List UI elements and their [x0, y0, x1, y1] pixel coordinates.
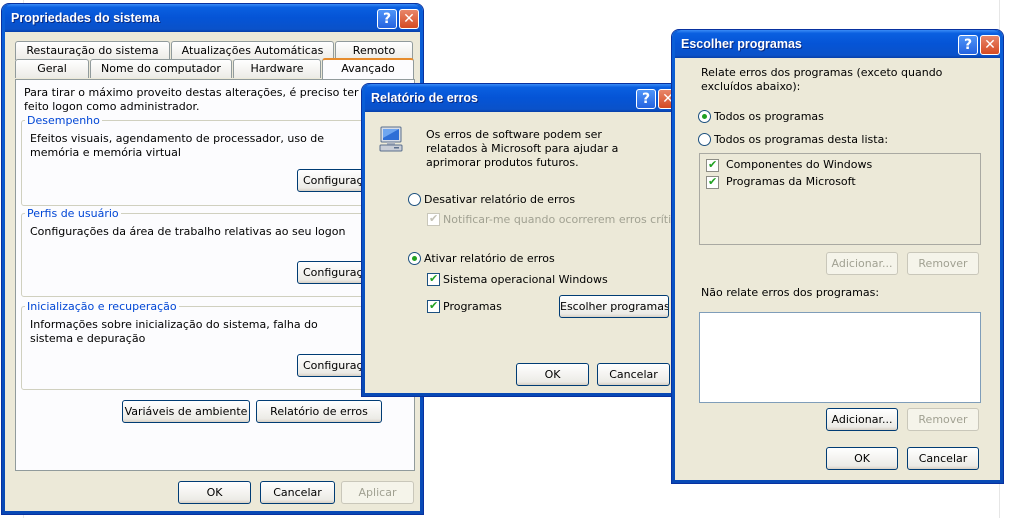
exclude-programs-label: Não relate erros dos programas: — [701, 286, 880, 299]
cancel-button[interactable]: Cancelar — [260, 481, 335, 504]
cancel-button[interactable]: Cancelar — [597, 363, 670, 386]
excluded-programs-list[interactable] — [699, 312, 981, 403]
environment-variables-button[interactable]: Variáveis de ambiente — [122, 400, 250, 423]
remove-button[interactable]: Remover — [907, 408, 979, 431]
add-button-disabled[interactable]: Adicionar... — [826, 252, 898, 275]
microsoft-programs-checkbox[interactable] — [706, 175, 719, 189]
tab-computer-name[interactable]: Nome do computador — [90, 59, 232, 78]
system-properties-body: Restauração do sistema Atualizações Auto… — [5, 32, 420, 511]
remove-button-disabled[interactable]: Remover — [907, 252, 979, 275]
list-item[interactable]: Componentes do Windows — [706, 158, 966, 174]
notify-critical-checkbox[interactable] — [427, 212, 440, 226]
startup-recovery-description: Informações sobre inicialização do siste… — [30, 318, 318, 345]
tab-hardware[interactable]: Hardware — [233, 59, 321, 78]
user-profiles-description: Configurações da área de trabalho relati… — [30, 225, 346, 238]
disable-reporting-radio[interactable] — [408, 193, 421, 206]
user-profiles-label: Perfis de usuário — [25, 207, 121, 220]
add-button[interactable]: Adicionar... — [826, 408, 898, 431]
all-programs-label: Todos os programas — [714, 110, 824, 123]
close-button[interactable]: ✕ — [399, 9, 419, 29]
tab-general[interactable]: Geral — [15, 59, 89, 78]
window-title: Relatório de erros — [371, 91, 478, 105]
programs-list[interactable]: Componentes do Windows Programas da Micr… — [699, 153, 981, 245]
close-button[interactable]: ✕ — [980, 35, 1000, 55]
cancel-button[interactable]: Cancelar — [907, 447, 979, 470]
report-programs-intro: Relate erros dos programas (exceto quand… — [701, 66, 943, 93]
admin-notice: Para tirar o máximo proveito destas alte… — [24, 86, 359, 113]
choose-programs-button[interactable]: Escolher programas... — [559, 295, 669, 318]
all-programs-radio[interactable] — [698, 110, 711, 123]
choose-programs-titlebar[interactable]: Escolher programas ? ✕ — [675, 30, 1000, 58]
apply-button[interactable]: Aplicar — [341, 481, 414, 504]
ok-button[interactable]: OK — [516, 363, 589, 386]
enable-reporting-radio[interactable] — [408, 252, 421, 265]
windows-os-checkbox[interactable] — [427, 272, 440, 286]
programs-checkbox[interactable] — [427, 299, 440, 313]
window-title: Propriedades do sistema — [11, 11, 160, 25]
error-reporting-description: Os erros de software podem ser relatados… — [426, 128, 619, 169]
enable-reporting-label: Ativar relatório de erros — [424, 252, 555, 265]
performance-label: Desempenho — [25, 114, 102, 127]
list-item[interactable]: Programas da Microsoft — [706, 175, 966, 191]
tab-advanced[interactable]: Avançado — [322, 58, 414, 79]
notify-critical-label: Notificar-me quando ocorrerem erros crít… — [443, 213, 690, 226]
error-reporting-body: Os erros de software podem ser relatados… — [365, 112, 690, 393]
programs-label: Programas — [443, 300, 502, 313]
list-item-label: Componentes do Windows — [726, 158, 873, 171]
advanced-tab-panel: Para tirar o máximo proveito destas alte… — [15, 79, 415, 471]
tab-automatic-updates[interactable]: Atualizações Automáticas — [171, 41, 334, 60]
help-button[interactable]: ? — [958, 35, 978, 55]
help-button[interactable]: ? — [377, 9, 397, 29]
system-properties-titlebar[interactable]: Propriedades do sistema ? ✕ — [5, 4, 420, 32]
choose-programs-body: Relate erros dos programas (exceto quand… — [675, 58, 1000, 480]
system-properties-window: Propriedades do sistema ? ✕ Restauração … — [2, 4, 423, 514]
ok-button[interactable]: OK — [178, 481, 251, 504]
computer-icon — [377, 124, 407, 154]
ok-button[interactable]: OK — [826, 447, 898, 470]
performance-description: Efeitos visuais, agendamento de processa… — [30, 132, 325, 159]
programs-in-list-radio[interactable] — [698, 133, 711, 146]
tab-system-restore[interactable]: Restauração do sistema — [15, 41, 170, 60]
programs-in-list-label: Todos os programas desta lista: — [714, 133, 889, 146]
error-reporting-titlebar[interactable]: Relatório de erros ? ✕ — [365, 84, 680, 112]
window-title: Escolher programas — [681, 37, 802, 51]
choose-programs-window: Escolher programas ? ✕ Relate erros dos … — [672, 30, 1003, 483]
disable-reporting-label: Desativar relatório de erros — [424, 193, 576, 206]
help-button[interactable]: ? — [636, 89, 656, 109]
windows-os-label: Sistema operacional Windows — [443, 273, 608, 286]
startup-recovery-label: Inicialização e recuperação — [25, 300, 179, 313]
list-item-label: Programas da Microsoft — [726, 175, 856, 188]
windows-components-checkbox[interactable] — [706, 158, 719, 172]
error-reporting-window: Relatório de erros ? ✕ Os erros de softw… — [362, 84, 690, 396]
error-reporting-button[interactable]: Relatório de erros — [256, 400, 382, 423]
